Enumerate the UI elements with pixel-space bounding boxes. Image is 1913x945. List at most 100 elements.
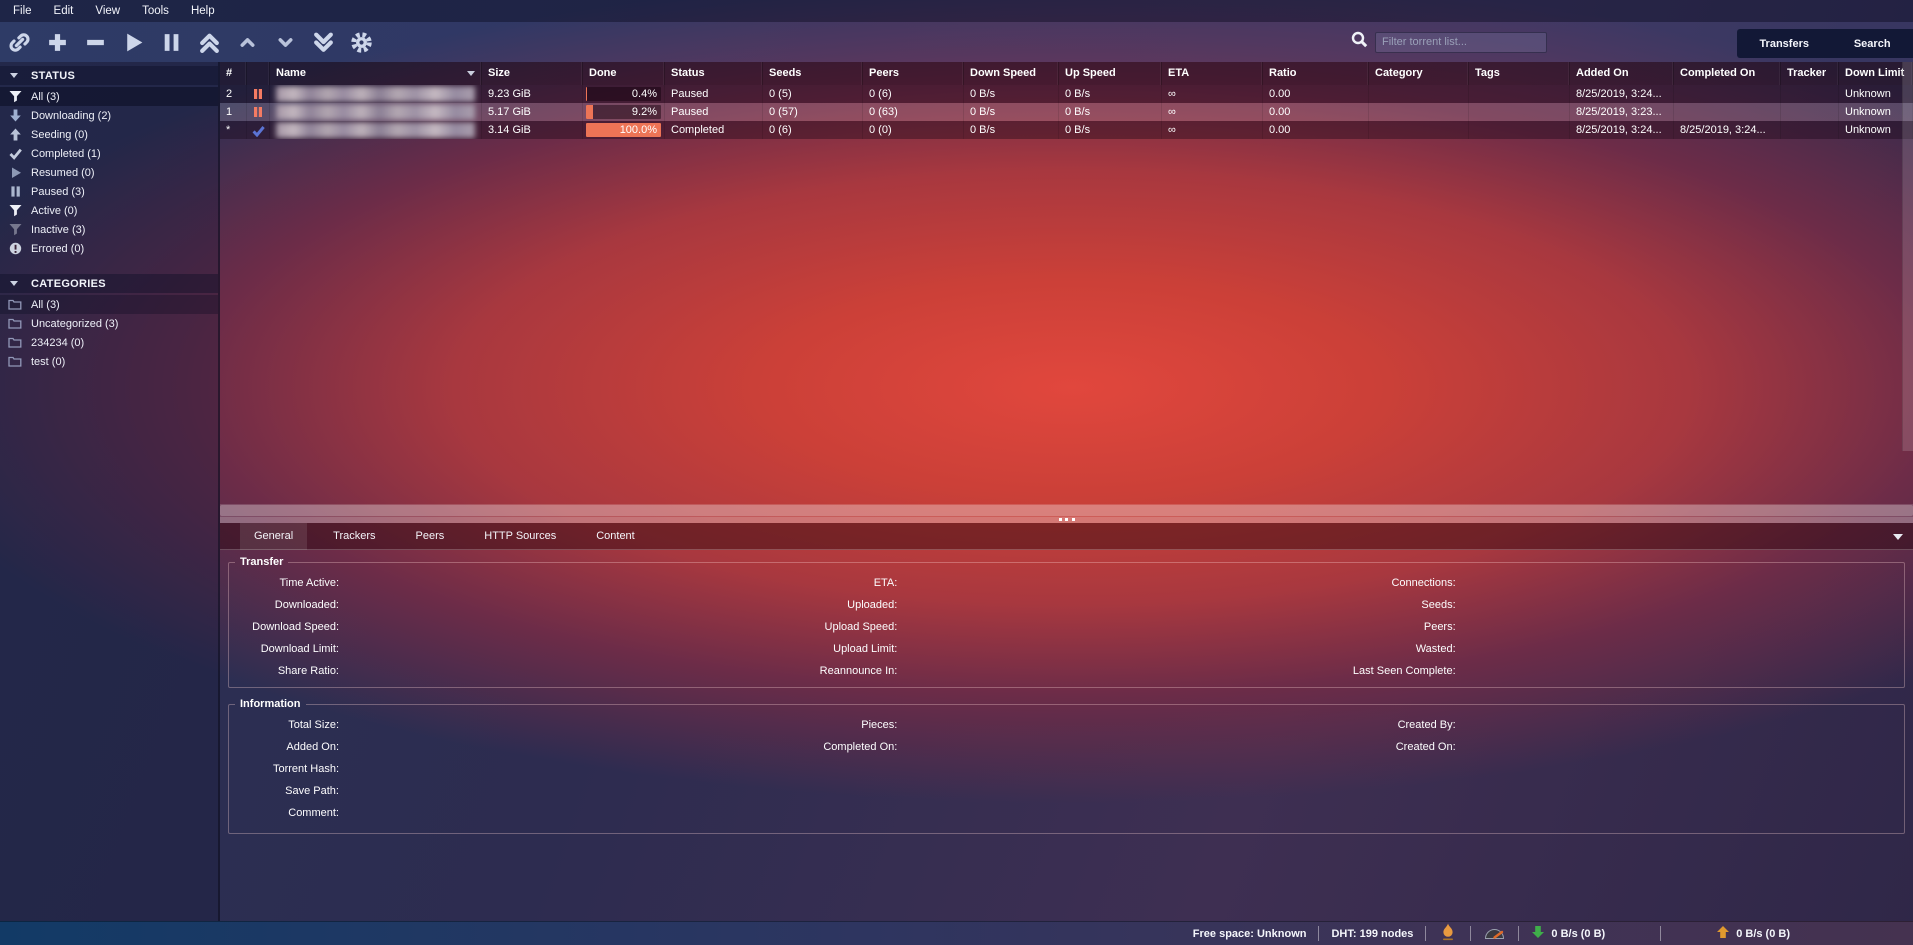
- col-header-tags[interactable]: Tags: [1469, 62, 1570, 85]
- sidebar-item-paused[interactable]: Paused (3): [0, 182, 218, 201]
- minus-icon: [84, 31, 107, 54]
- tab-general[interactable]: General: [240, 523, 307, 550]
- tab-http-sources[interactable]: HTTP Sources: [470, 523, 570, 550]
- tab-content[interactable]: Content: [582, 523, 649, 550]
- connection-status-button[interactable]: [1438, 922, 1458, 945]
- increase-priority-button[interactable]: [235, 30, 259, 54]
- menu-file[interactable]: File: [2, 0, 43, 22]
- category-item-all[interactable]: All (3): [0, 295, 218, 314]
- chevrons-up-icon: [198, 31, 221, 54]
- col-header-peers[interactable]: Peers: [863, 62, 964, 85]
- total-size-label: Total Size:: [229, 719, 339, 731]
- dht-status: DHT: 199 nodes: [1331, 928, 1413, 940]
- add-magnet-link-button[interactable]: [7, 30, 31, 54]
- filter-area: [1351, 22, 1547, 62]
- search-tab-button[interactable]: Search: [1848, 38, 1897, 50]
- separator: [1660, 926, 1661, 941]
- menu-bar: File Edit View Tools Help: [0, 0, 1913, 22]
- upload-arrow-icon: [8, 128, 22, 141]
- wasted-label: Wasted:: [1346, 643, 1456, 655]
- search-icon: [1351, 31, 1375, 53]
- categories-section-header[interactable]: CATEGORIES: [0, 274, 218, 293]
- chevron-up-icon: [236, 31, 259, 54]
- download-speed-status[interactable]: 0 B/s (0 B): [1531, 925, 1605, 942]
- col-header-tracker[interactable]: Tracker: [1781, 62, 1839, 85]
- sidebar-item-resumed[interactable]: Resumed (0): [0, 163, 218, 182]
- menu-view[interactable]: View: [84, 0, 131, 22]
- menu-tools[interactable]: Tools: [131, 0, 180, 22]
- col-header-completed-on[interactable]: Completed On: [1674, 62, 1781, 85]
- splitter-handle[interactable]: [1059, 518, 1075, 522]
- sidebar-item-all[interactable]: All (3): [0, 87, 218, 106]
- transfers-tab-button[interactable]: Transfers: [1753, 38, 1815, 50]
- scrollbar-thumb[interactable]: [220, 505, 1913, 516]
- horizontal-scrollbar[interactable]: [220, 504, 1913, 517]
- bottom-priority-button[interactable]: [311, 30, 335, 54]
- main-area: STATUS All (3) Downloading (2) Seeding (…: [0, 62, 1913, 921]
- col-header-state-icon[interactable]: [247, 62, 270, 85]
- separator: [1425, 926, 1426, 941]
- uploaded-label: Uploaded:: [787, 599, 897, 611]
- delete-torrent-button[interactable]: [83, 30, 107, 54]
- tab-trackers[interactable]: Trackers: [319, 523, 389, 550]
- collapse-panel-icon[interactable]: [1893, 534, 1903, 540]
- plus-icon: [46, 31, 69, 54]
- status-section-header[interactable]: STATUS: [0, 66, 218, 85]
- col-header-added-on[interactable]: Added On: [1570, 62, 1674, 85]
- alt-speed-limits-button[interactable]: [1483, 924, 1506, 943]
- menu-help[interactable]: Help: [180, 0, 226, 22]
- reannounce-in-label: Reannounce In:: [787, 665, 897, 677]
- col-header-size[interactable]: Size: [482, 62, 583, 85]
- sidebar-item-active[interactable]: Active (0): [0, 201, 218, 220]
- col-header-status[interactable]: Status: [665, 62, 763, 85]
- torrent-name-redacted: [276, 86, 475, 102]
- download-limit-label: Download Limit:: [229, 643, 339, 655]
- upload-speed-status[interactable]: 0 B/s (0 B): [1716, 925, 1790, 942]
- pause-button[interactable]: [159, 30, 183, 54]
- download-speed-label: Download Speed:: [229, 621, 339, 633]
- add-torrent-button[interactable]: [45, 30, 69, 54]
- col-header-up-speed[interactable]: Up Speed: [1059, 62, 1162, 85]
- play-icon: [122, 31, 145, 54]
- sidebar-item-errored[interactable]: Errored (0): [0, 239, 218, 258]
- separator: [1470, 926, 1471, 941]
- category-item-uncategorized[interactable]: Uncategorized (3): [0, 314, 218, 333]
- decrease-priority-button[interactable]: [273, 30, 297, 54]
- tab-peers[interactable]: Peers: [402, 523, 459, 550]
- filter-torrent-input[interactable]: [1375, 32, 1547, 53]
- col-header-eta[interactable]: ETA: [1162, 62, 1263, 85]
- col-header-done[interactable]: Done: [583, 62, 665, 85]
- completed-state-icon: [247, 121, 270, 139]
- link-icon: [8, 31, 31, 54]
- col-header-seeds[interactable]: Seeds: [763, 62, 863, 85]
- col-header-number[interactable]: #: [220, 62, 247, 85]
- view-switcher: Transfers Search: [1737, 29, 1913, 58]
- category-item-test[interactable]: test (0): [0, 352, 218, 371]
- torrent-row[interactable]: 1 5.17 GiB 9.2% Paused 0 (57) 0 (63) 0 B…: [220, 103, 1913, 121]
- chevron-down-icon: [10, 73, 18, 78]
- col-header-ratio[interactable]: Ratio: [1263, 62, 1369, 85]
- col-header-category[interactable]: Category: [1369, 62, 1469, 85]
- separator: [1518, 926, 1519, 941]
- pause-icon: [160, 31, 183, 54]
- category-item-234234[interactable]: 234234 (0): [0, 333, 218, 352]
- downloaded-label: Downloaded:: [229, 599, 339, 611]
- transfer-legend: Transfer: [235, 556, 288, 568]
- folder-icon: [8, 355, 22, 368]
- vertical-scrollbar[interactable]: [1902, 62, 1913, 451]
- col-header-name[interactable]: Name: [270, 62, 482, 85]
- torrent-row[interactable]: 2 9.23 GiB 0.4% Paused 0 (5) 0 (6) 0 B/s…: [220, 85, 1913, 103]
- col-header-down-speed[interactable]: Down Speed: [964, 62, 1059, 85]
- torrent-row[interactable]: * 3.14 GiB 100.0% Completed 0 (6) 0 (0) …: [220, 121, 1913, 139]
- top-priority-button[interactable]: [197, 30, 221, 54]
- sidebar-item-seeding[interactable]: Seeding (0): [0, 125, 218, 144]
- sidebar-item-inactive[interactable]: Inactive (3): [0, 220, 218, 239]
- resume-button[interactable]: [121, 30, 145, 54]
- download-arrow-icon: [8, 109, 22, 122]
- qbittorrent-webui: File Edit View Tools Help Transfers Sear…: [0, 0, 1913, 945]
- menu-edit[interactable]: Edit: [43, 0, 85, 22]
- options-button[interactable]: [349, 30, 373, 54]
- sidebar-item-completed[interactable]: Completed (1): [0, 144, 218, 163]
- funnel-icon: [8, 90, 22, 103]
- sidebar-item-downloading[interactable]: Downloading (2): [0, 106, 218, 125]
